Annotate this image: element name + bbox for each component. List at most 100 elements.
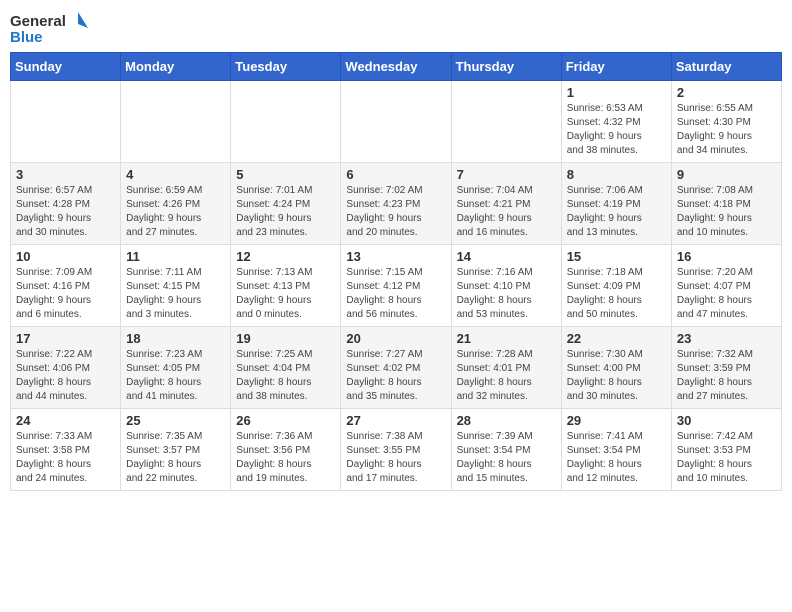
calendar-day-cell: 27 Sunrise: 7:38 AM Sunset: 3:55 PM Dayli… — [341, 409, 451, 491]
day-info: Sunrise: 7:13 AM Sunset: 4:13 PM Dayligh… — [236, 266, 335, 322]
weekday-header-cell: Sunday — [11, 53, 121, 81]
calendar-day-cell: 26Sunrise: 7:36 AM Sunset: 3:56 PM Dayli… — [231, 409, 341, 491]
calendar-day-cell: 28Sunrise: 7:39 AM Sunset: 3:54 PM Dayli… — [451, 409, 561, 491]
day-number: 15 — [567, 249, 666, 264]
day-number: 18 — [126, 331, 225, 346]
day-number: 22 — [567, 331, 666, 346]
day-number: 26 — [236, 413, 335, 428]
calendar-day-cell: 10 Sunrise: 7:09 AM Sunset: 4:16 PM Dayli… — [11, 245, 121, 327]
day-number: 28 — [457, 413, 556, 428]
page-header: GeneralBlue — [10, 10, 782, 46]
weekday-header-cell: Wednesday — [341, 53, 451, 81]
day-info: Sunrise: 7:18 AM Sunset: 4:09 PM Dayligh… — [567, 266, 666, 322]
calendar-day-cell: 7 Sunrise: 7:04 AM Sunset: 4:21 PM Daylig… — [451, 163, 561, 245]
calendar-day-cell: 17Sunrise: 7:22 AM Sunset: 4:06 PM Dayli… — [11, 327, 121, 409]
day-number: 21 — [457, 331, 556, 346]
day-info: Sunrise: 6:57 AM Sunset: 4:28 PM Dayligh… — [16, 184, 115, 240]
day-info: Sunrise: 7:35 AM Sunset: 3:57 PM Dayligh… — [126, 430, 225, 486]
day-info: Sunrise: 7:33 AM Sunset: 3:58 PM Dayligh… — [16, 430, 115, 486]
day-number: 13 — [346, 249, 445, 264]
calendar-day-cell: 9 Sunrise: 7:08 AM Sunset: 4:18 PM Daylig… — [671, 163, 781, 245]
svg-text:General: General — [10, 13, 66, 30]
day-info: Sunrise: 7:01 AM Sunset: 4:24 PM Dayligh… — [236, 184, 335, 240]
calendar-day-cell: 24Sunrise: 7:33 AM Sunset: 3:58 PM Dayli… — [11, 409, 121, 491]
weekday-header-cell: Saturday — [671, 53, 781, 81]
day-number: 1 — [567, 85, 666, 100]
day-number: 27 — [346, 413, 445, 428]
day-info: Sunrise: 6:53 AM Sunset: 4:32 PM Dayligh… — [567, 102, 666, 158]
day-info: Sunrise: 7:09 AM Sunset: 4:16 PM Dayligh… — [16, 266, 115, 322]
calendar-week-row: 10 Sunrise: 7:09 AM Sunset: 4:16 PM Dayli… — [11, 245, 782, 327]
day-info: Sunrise: 7:04 AM Sunset: 4:21 PM Dayligh… — [457, 184, 556, 240]
calendar-day-cell — [341, 81, 451, 163]
svg-text:Blue: Blue — [10, 29, 43, 46]
calendar-body: 1 Sunrise: 6:53 AM Sunset: 4:32 PM Daylig… — [11, 81, 782, 491]
calendar-day-cell: 25 Sunrise: 7:35 AM Sunset: 3:57 PM Dayli… — [121, 409, 231, 491]
calendar-day-cell: 2Sunrise: 6:55 AM Sunset: 4:30 PM Daylig… — [671, 81, 781, 163]
day-number: 29 — [567, 413, 666, 428]
calendar-week-row: 17Sunrise: 7:22 AM Sunset: 4:06 PM Dayli… — [11, 327, 782, 409]
day-info: Sunrise: 7:11 AM Sunset: 4:15 PM Dayligh… — [126, 266, 225, 322]
calendar-day-cell: 15 Sunrise: 7:18 AM Sunset: 4:09 PM Dayli… — [561, 245, 671, 327]
day-number: 7 — [457, 167, 556, 182]
day-number: 6 — [346, 167, 445, 182]
calendar-day-cell: 18 Sunrise: 7:23 AM Sunset: 4:05 PM Dayli… — [121, 327, 231, 409]
calendar-table: SundayMondayTuesdayWednesdayThursdayFrid… — [10, 52, 782, 491]
calendar-day-cell — [11, 81, 121, 163]
day-number: 3 — [16, 167, 115, 182]
day-number: 20 — [346, 331, 445, 346]
calendar-day-cell: 20 Sunrise: 7:27 AM Sunset: 4:02 PM Dayli… — [341, 327, 451, 409]
calendar-day-cell — [231, 81, 341, 163]
calendar-day-cell: 22 Sunrise: 7:30 AM Sunset: 4:00 PM Dayli… — [561, 327, 671, 409]
day-info: Sunrise: 7:38 AM Sunset: 3:55 PM Dayligh… — [346, 430, 445, 486]
day-number: 30 — [677, 413, 776, 428]
day-number: 19 — [236, 331, 335, 346]
day-number: 2 — [677, 85, 776, 100]
weekday-header-cell: Tuesday — [231, 53, 341, 81]
logo: GeneralBlue — [10, 10, 90, 46]
day-info: Sunrise: 7:15 AM Sunset: 4:12 PM Dayligh… — [346, 266, 445, 322]
day-info: Sunrise: 7:32 AM Sunset: 3:59 PM Dayligh… — [677, 348, 776, 404]
calendar-day-cell: 21 Sunrise: 7:28 AM Sunset: 4:01 PM Dayli… — [451, 327, 561, 409]
day-number: 14 — [457, 249, 556, 264]
day-number: 16 — [677, 249, 776, 264]
calendar-day-cell: 19 Sunrise: 7:25 AM Sunset: 4:04 PM Dayli… — [231, 327, 341, 409]
day-info: Sunrise: 7:42 AM Sunset: 3:53 PM Dayligh… — [677, 430, 776, 486]
calendar-day-cell: 6 Sunrise: 7:02 AM Sunset: 4:23 PM Daylig… — [341, 163, 451, 245]
day-info: Sunrise: 7:16 AM Sunset: 4:10 PM Dayligh… — [457, 266, 556, 322]
day-info: Sunrise: 7:27 AM Sunset: 4:02 PM Dayligh… — [346, 348, 445, 404]
day-number: 25 — [126, 413, 225, 428]
calendar-day-cell: 16Sunrise: 7:20 AM Sunset: 4:07 PM Dayli… — [671, 245, 781, 327]
day-number: 5 — [236, 167, 335, 182]
calendar-day-cell: 29Sunrise: 7:41 AM Sunset: 3:54 PM Dayli… — [561, 409, 671, 491]
day-number: 9 — [677, 167, 776, 182]
calendar-day-cell — [121, 81, 231, 163]
calendar-day-cell: 1 Sunrise: 6:53 AM Sunset: 4:32 PM Daylig… — [561, 81, 671, 163]
day-number: 17 — [16, 331, 115, 346]
day-info: Sunrise: 7:30 AM Sunset: 4:00 PM Dayligh… — [567, 348, 666, 404]
calendar-day-cell: 12 Sunrise: 7:13 AM Sunset: 4:13 PM Dayli… — [231, 245, 341, 327]
weekday-header-row: SundayMondayTuesdayWednesdayThursdayFrid… — [11, 53, 782, 81]
calendar-day-cell: 23 Sunrise: 7:32 AM Sunset: 3:59 PM Dayli… — [671, 327, 781, 409]
day-info: Sunrise: 7:25 AM Sunset: 4:04 PM Dayligh… — [236, 348, 335, 404]
calendar-day-cell: 8 Sunrise: 7:06 AM Sunset: 4:19 PM Daylig… — [561, 163, 671, 245]
day-info: Sunrise: 7:06 AM Sunset: 4:19 PM Dayligh… — [567, 184, 666, 240]
calendar-day-cell: 30 Sunrise: 7:42 AM Sunset: 3:53 PM Dayli… — [671, 409, 781, 491]
day-info: Sunrise: 7:08 AM Sunset: 4:18 PM Dayligh… — [677, 184, 776, 240]
calendar-week-row: 1 Sunrise: 6:53 AM Sunset: 4:32 PM Daylig… — [11, 81, 782, 163]
calendar-day-cell: 13 Sunrise: 7:15 AM Sunset: 4:12 PM Dayli… — [341, 245, 451, 327]
logo-icon: GeneralBlue — [10, 10, 90, 46]
day-number: 23 — [677, 331, 776, 346]
calendar-day-cell — [451, 81, 561, 163]
day-info: Sunrise: 7:28 AM Sunset: 4:01 PM Dayligh… — [457, 348, 556, 404]
day-info: Sunrise: 7:23 AM Sunset: 4:05 PM Dayligh… — [126, 348, 225, 404]
calendar-week-row: 3 Sunrise: 6:57 AM Sunset: 4:28 PM Daylig… — [11, 163, 782, 245]
day-info: Sunrise: 7:02 AM Sunset: 4:23 PM Dayligh… — [346, 184, 445, 240]
day-number: 12 — [236, 249, 335, 264]
day-number: 11 — [126, 249, 225, 264]
day-number: 8 — [567, 167, 666, 182]
weekday-header-cell: Friday — [561, 53, 671, 81]
day-number: 10 — [16, 249, 115, 264]
calendar-day-cell: 4Sunrise: 6:59 AM Sunset: 4:26 PM Daylig… — [121, 163, 231, 245]
calendar-day-cell: 14 Sunrise: 7:16 AM Sunset: 4:10 PM Dayli… — [451, 245, 561, 327]
